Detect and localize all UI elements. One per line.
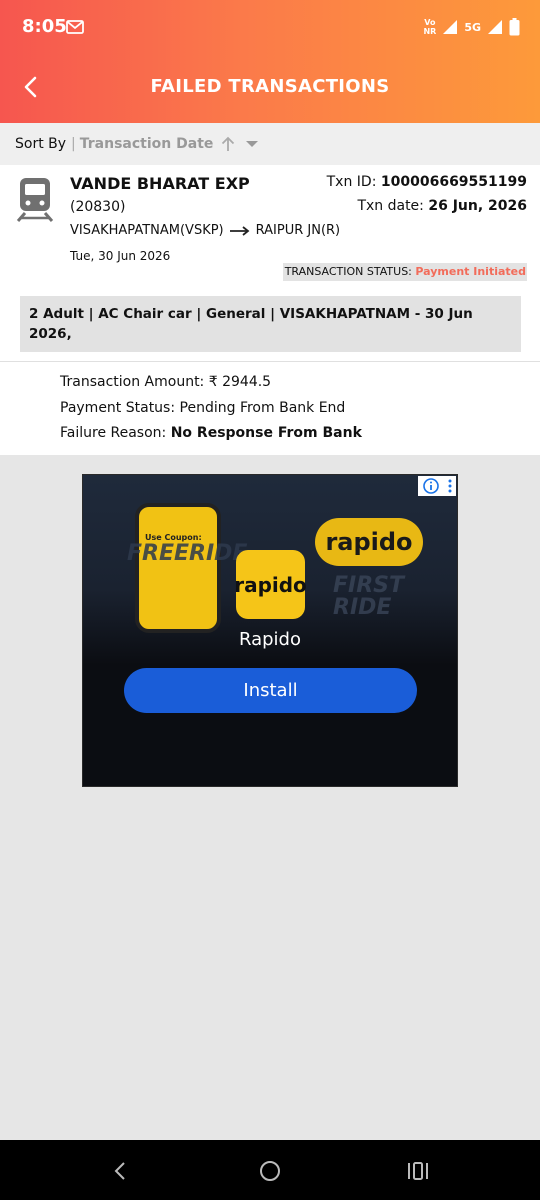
volte-icon: Vo NR: [423, 18, 437, 36]
payment-status: Payment Status: Pending From Bank End: [60, 400, 346, 416]
nav-recents-icon: [408, 1162, 428, 1180]
battery-icon: [509, 18, 520, 36]
transaction-status-badge: TRANSACTION STATUS: Payment Initiated: [282, 263, 527, 281]
ad-app-logo: rapido: [234, 550, 307, 619]
txn-date: Txn date: 26 Jun, 2026: [357, 198, 527, 214]
sort-dropdown-icon[interactable]: [245, 139, 259, 149]
txn-id: Txn ID: 100006669551199: [326, 174, 527, 190]
origin-station: VISAKHAPATNAM(VSKP): [70, 223, 224, 238]
ad-phone-graphic: [135, 503, 221, 633]
nav-home-icon: [260, 1161, 280, 1181]
status-bar: 8:05 Vo NR 5G: [0, 0, 540, 56]
train-icon: [16, 178, 54, 222]
sort-field-value[interactable]: Transaction Date: [80, 136, 214, 152]
nav-back-button[interactable]: [105, 1156, 135, 1186]
divider: [0, 361, 540, 362]
network-type: 5G: [464, 20, 481, 34]
ad-choices-badge[interactable]: [418, 476, 456, 496]
train-number: (20830): [70, 199, 126, 215]
signal-icon-2: [488, 20, 502, 34]
failure-reason: Failure Reason: No Response From Bank: [60, 425, 362, 441]
nav-home-button[interactable]: [255, 1156, 285, 1186]
info-icon: [422, 478, 439, 494]
destination-station: RAIPUR JN(R): [255, 223, 341, 238]
nav-back-icon: [114, 1162, 125, 1180]
gmail-icon: [66, 20, 84, 34]
app-bar: FAILED TRANSACTIONS: [0, 56, 540, 123]
status-time: 8:05: [22, 16, 67, 37]
ad-install-button[interactable]: Install: [124, 668, 417, 713]
status-icons: Vo NR 5G: [423, 16, 520, 38]
header: 8:05 Vo NR 5G FAILED TRANSACTIONS: [0, 0, 540, 123]
train-name: VANDE BHARAT EXP: [70, 174, 250, 193]
route: VISAKHAPATNAM(VSKP) RAIPUR JN(R): [70, 223, 340, 238]
sort-direction-arrow-icon[interactable]: [221, 136, 235, 152]
transaction-amount: Transaction Amount: ₹ 2944.5: [60, 374, 272, 390]
nav-recents-button[interactable]: [403, 1156, 433, 1186]
ad-promo-left: FREERIDE: [127, 541, 248, 566]
journey-date: Tue, 30 Jun 2026: [70, 249, 171, 263]
sort-label: Sort By: [15, 136, 67, 152]
ad-app-name: Rapido: [238, 629, 301, 650]
transaction-card[interactable]: VANDE BHARAT EXP (20830) VISAKHAPATNAM(V…: [0, 165, 540, 455]
navigation-bar: [0, 1140, 540, 1200]
route-arrow-icon: [229, 225, 250, 236]
sort-separator: |: [71, 136, 76, 152]
page-title: FAILED TRANSACTIONS: [150, 76, 390, 97]
ad-brand-pill: rapido: [315, 518, 423, 566]
booking-summary: 2 Adult | AC Chair car | General | VISAK…: [20, 296, 521, 352]
sort-bar: Sort By | Transaction Date: [0, 123, 540, 165]
ad-promo-right: FIRST RIDE: [333, 573, 405, 620]
ad-banner[interactable]: Use Coupon: FREERIDE rapido FIRST RIDE r…: [82, 474, 458, 787]
signal-icon: [443, 20, 458, 34]
more-vertical-icon: [448, 479, 451, 493]
